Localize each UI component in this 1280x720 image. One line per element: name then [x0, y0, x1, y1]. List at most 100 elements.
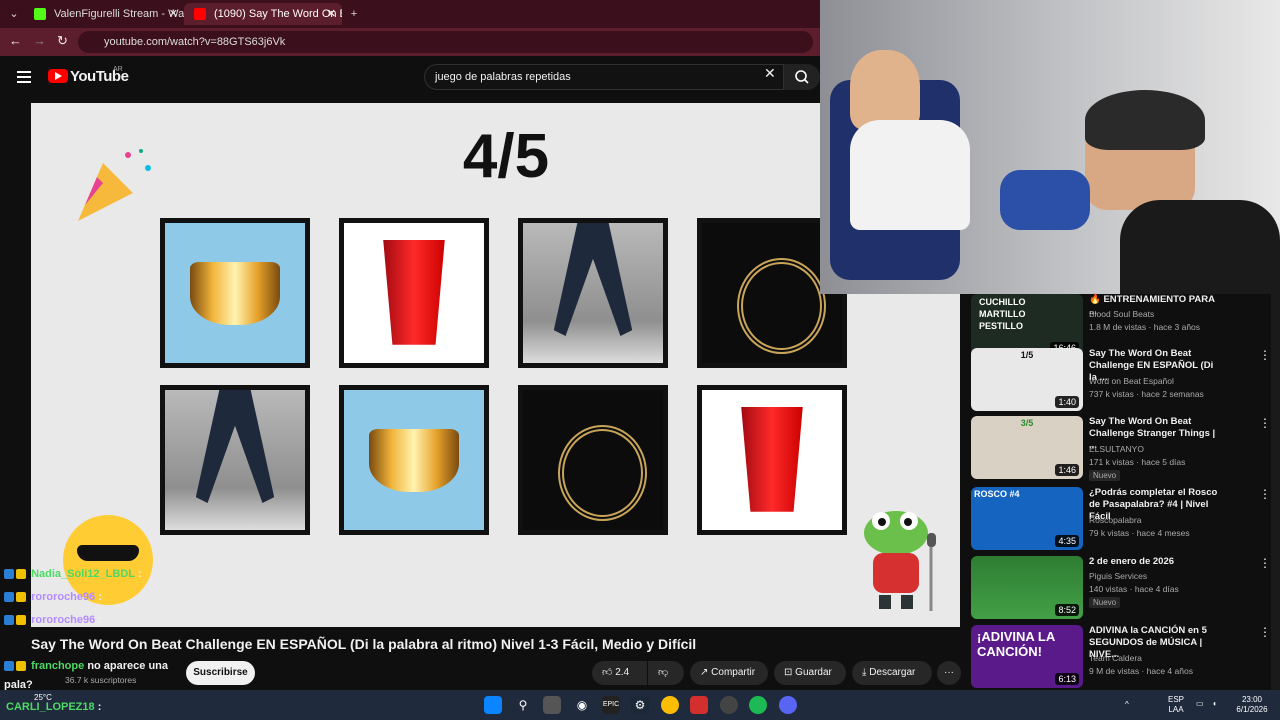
- chat-message: CARLI_LOPEZ18 :: [6, 701, 101, 713]
- duration-badge: 1:40: [1055, 396, 1079, 408]
- menu-icon[interactable]: [17, 71, 31, 83]
- badge-icon: [4, 569, 14, 580]
- tray-chevron-icon[interactable]: ^: [1125, 700, 1129, 710]
- download-label: Descargar: [869, 667, 916, 678]
- chrome-icon[interactable]: [661, 696, 679, 714]
- channel-name[interactable]: ELSULTANYO: [1089, 444, 1144, 454]
- url-field[interactable]: youtube.com/watch?v=88GTS63j6Vk: [78, 31, 813, 53]
- chat-text: :: [137, 568, 142, 580]
- back-icon[interactable]: ←: [9, 33, 22, 48]
- badge-icon: [4, 661, 14, 672]
- kick-icon: [34, 8, 46, 20]
- app-icon[interactable]: [720, 696, 738, 714]
- browser-tab-2[interactable]: (1090) Say The Word On Be ✕: [184, 3, 342, 25]
- volume-icon[interactable]: ◖: [1212, 699, 1217, 709]
- tab-search-icon[interactable]: ⌄: [4, 5, 24, 23]
- more-icon[interactable]: ⋮: [1259, 416, 1271, 430]
- channel-name[interactable]: Roscopalabra: [1089, 515, 1141, 525]
- duration-badge: 6:13: [1055, 673, 1079, 685]
- clear-icon[interactable]: ✕: [764, 65, 776, 82]
- recommendations-sidebar: CUCHILLO MARTILLO PESTILLO 16:46 🔥 ENTRE…: [960, 294, 1280, 690]
- task-view-icon[interactable]: [543, 696, 561, 714]
- video-thumbnail[interactable]: ¡ADIVINA LA CANCIÓN! 6:13: [971, 625, 1083, 688]
- badge-icon: [16, 569, 26, 580]
- picture-card: [697, 385, 847, 535]
- badge-icon: [4, 615, 14, 626]
- tab-title: (1090) Say The Word On Be: [214, 8, 342, 20]
- chat-message: rororoche96 :: [4, 591, 102, 603]
- video-thumbnail[interactable]: 1/5 1:40: [971, 348, 1083, 411]
- list-item[interactable]: 1/5 1:40 Say The Word On Beat Challenge …: [971, 348, 1271, 412]
- picture-card: [339, 385, 489, 535]
- chat-username[interactable]: rororoche96: [31, 614, 95, 626]
- clock[interactable]: 23:00 6/1/2026: [1232, 695, 1272, 715]
- duration-badge: 1:46: [1055, 464, 1079, 476]
- frog-singer-icon: [864, 511, 936, 611]
- thumbnail-text: 3/5: [1020, 418, 1034, 428]
- thumbs-down-icon: 👎︎: [658, 667, 669, 678]
- search-button[interactable]: [784, 64, 820, 90]
- new-tab-button[interactable]: +: [344, 5, 364, 23]
- steering-wheel: [1000, 170, 1090, 230]
- chat-username[interactable]: CARLI_LOPEZ18: [6, 701, 95, 713]
- list-item[interactable]: ¡ADIVINA LA CANCIÓN! 6:13 ADIVINA la CAN…: [971, 625, 1271, 689]
- youtube-logo-icon[interactable]: [48, 69, 68, 83]
- cup-icon: [702, 390, 842, 530]
- share-button[interactable]: ↗ Compartir: [690, 661, 768, 685]
- video-thumbnail[interactable]: 8:52: [971, 556, 1083, 619]
- spotify-icon[interactable]: [749, 696, 767, 714]
- like-button[interactable]: 👍︎ 2.4 K: [592, 661, 647, 702]
- scrollbar[interactable]: [1271, 294, 1280, 690]
- chat-username[interactable]: franchope: [31, 660, 84, 672]
- close-icon[interactable]: ✕: [169, 3, 178, 25]
- channel-name[interactable]: Team Caldera: [1089, 653, 1142, 663]
- channel-name[interactable]: Blood Soul Beats: [1089, 309, 1154, 319]
- search-icon[interactable]: ⚲: [514, 696, 532, 714]
- video-title[interactable]: 2 de enero de 2026: [1089, 556, 1223, 568]
- dislike-button[interactable]: 👎︎: [648, 661, 684, 685]
- start-icon[interactable]: [484, 696, 502, 714]
- badge-icon: [4, 592, 14, 603]
- more-icon[interactable]: ⋮: [1259, 625, 1271, 639]
- browser-tab-1[interactable]: ValenFigurelli Stream - Watch L ✕: [24, 3, 184, 25]
- chat-text: :: [98, 614, 102, 626]
- video-thumbnail[interactable]: 3/5 1:46: [971, 416, 1083, 479]
- chat-message: rororoche96 :: [4, 614, 102, 626]
- badge-icon: [16, 615, 26, 626]
- channel-name[interactable]: Piguis Services: [1089, 571, 1147, 581]
- bowl-icon: [165, 223, 305, 363]
- forward-icon[interactable]: →: [33, 33, 46, 48]
- download-button[interactable]: ⤓ Descargar: [852, 661, 932, 685]
- rope-icon: [523, 390, 663, 530]
- more-actions-button[interactable]: ···: [937, 661, 961, 685]
- search-input[interactable]: juego de palabras repetidas: [424, 64, 784, 90]
- subscribe-button[interactable]: Suscribirse: [186, 661, 255, 685]
- more-icon[interactable]: ⋮: [1259, 556, 1271, 570]
- save-button[interactable]: ⊡ Guardar: [774, 661, 846, 685]
- thumbnail-text: ROSCO #4: [974, 489, 1020, 499]
- chat-message: franchope no aparece una: [4, 660, 168, 672]
- app-icon[interactable]: [690, 696, 708, 714]
- shirt-1: [850, 120, 970, 230]
- discord-icon[interactable]: [779, 696, 797, 714]
- epic-games-icon[interactable]: EPIC: [602, 696, 620, 714]
- party-popper-icon: [78, 149, 151, 221]
- more-icon[interactable]: ⋮: [1259, 348, 1271, 362]
- close-icon[interactable]: ✕: [327, 3, 336, 25]
- streamer-1: [850, 50, 920, 130]
- video-thumbnail[interactable]: ROSCO #4 4:35: [971, 487, 1083, 550]
- more-icon[interactable]: ⋮: [1259, 487, 1271, 501]
- chat-username[interactable]: rororoche96: [31, 591, 95, 603]
- steam-icon[interactable]: ⚙: [631, 696, 649, 714]
- list-item[interactable]: 8:52 2 de enero de 2026 Piguis Services …: [971, 556, 1271, 620]
- bowl-icon: [344, 390, 484, 530]
- reload-icon[interactable]: ↻: [57, 33, 68, 49]
- obs-icon[interactable]: ◉: [573, 696, 591, 714]
- list-item[interactable]: 3/5 1:46 Say The Word On Beat Challenge …: [971, 416, 1271, 481]
- chat-username[interactable]: Nadia_Soli12_LBDL: [31, 568, 135, 580]
- channel-name[interactable]: Word on Beat Español: [1089, 376, 1174, 386]
- badge-icon: [16, 592, 26, 603]
- network-icon[interactable]: ▭: [1196, 699, 1204, 709]
- language-indicator[interactable]: ESP LAA: [1168, 695, 1184, 715]
- list-item[interactable]: ROSCO #4 4:35 ¿Podrás completar el Rosco…: [971, 487, 1271, 551]
